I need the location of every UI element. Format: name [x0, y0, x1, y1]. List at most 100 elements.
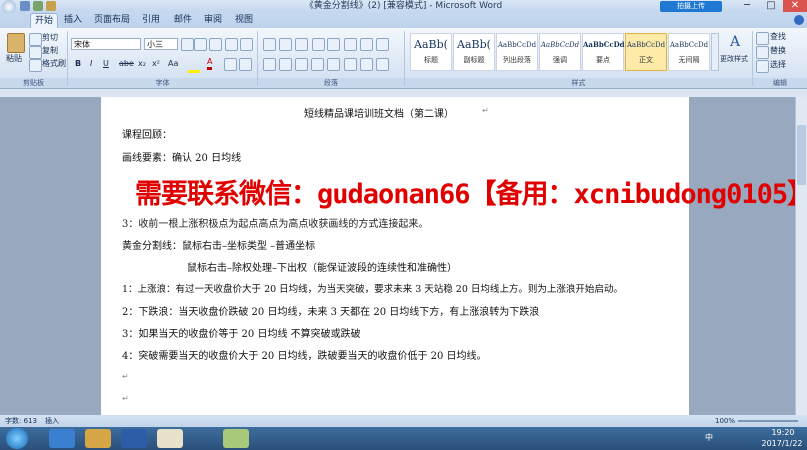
status-bar: [0, 415, 807, 427]
style-sample: AaBb(: [414, 38, 448, 51]
select-icon[interactable]: [756, 60, 769, 73]
doc-line: 3：如果当天的收盘价等于 20 日均线 不算突破或跌破: [122, 329, 361, 340]
align-right-icon[interactable]: [295, 58, 308, 71]
change-styles-icon[interactable]: A: [726, 33, 744, 51]
multilevel-list-icon[interactable]: [295, 38, 308, 51]
bold-button[interactable]: B: [75, 58, 81, 70]
subscript-button[interactable]: x₂: [138, 58, 146, 70]
style-emphasis[interactable]: AaBbCcDd 强调: [539, 33, 581, 71]
style-strong[interactable]: AaBbCcDd 要点: [582, 33, 625, 71]
style-normal[interactable]: AaBbCcDd 正文: [625, 33, 667, 71]
style-list-paragraph[interactable]: AaBbCcDd 列出段落: [496, 33, 538, 71]
enclosed-char-icon[interactable]: [239, 58, 252, 71]
close-button[interactable]: ✕: [783, 0, 807, 12]
style-subtitle[interactable]: AaBb( 副标题: [453, 33, 495, 71]
copy-button[interactable]: 复制: [42, 45, 58, 57]
highlight-icon[interactable]: [188, 60, 200, 73]
tab-view[interactable]: 视图: [231, 13, 257, 28]
explorer-icon[interactable]: [85, 429, 111, 448]
replace-icon[interactable]: [756, 46, 769, 59]
format-painter-icon[interactable]: [29, 59, 42, 72]
horizontal-ruler[interactable]: [0, 89, 807, 97]
tab-insert[interactable]: 插入: [60, 13, 86, 28]
chinese-layout-icon[interactable]: [344, 38, 357, 51]
find-icon[interactable]: [756, 32, 769, 45]
change-case-button[interactable]: Aa: [168, 58, 178, 70]
increase-indent-icon[interactable]: [327, 38, 340, 51]
find-button[interactable]: 查找: [770, 31, 786, 43]
cut-icon[interactable]: [29, 33, 42, 46]
clock-date[interactable]: 2017/1/22: [758, 439, 806, 448]
numbering-icon[interactable]: [279, 38, 292, 51]
minimize-button[interactable]: ─: [735, 0, 759, 12]
cut-button[interactable]: 剪切: [42, 32, 58, 44]
tab-mailings[interactable]: 邮件: [170, 13, 196, 28]
clock-time[interactable]: 19:20: [763, 428, 803, 437]
distribute-icon[interactable]: [327, 58, 340, 71]
copy-icon[interactable]: [29, 46, 42, 59]
share-button[interactable]: 拍摄上传: [660, 1, 722, 12]
tab-home[interactable]: 开始: [30, 13, 58, 29]
styles-group-label: 样式: [405, 78, 752, 88]
style-sample: AaBbCcDd: [497, 41, 537, 49]
styles-scroll-arrows[interactable]: [711, 33, 719, 71]
zoom-level[interactable]: 100%: [715, 415, 735, 427]
media-icon[interactable]: [157, 429, 183, 448]
clear-format-icon[interactable]: [209, 38, 222, 51]
contact-watermark: 需要联系微信：gudaonan66【备用：xcnibudong0105】: [135, 179, 807, 210]
style-sample: AaBbCcDd: [540, 41, 580, 49]
help-icon[interactable]: [794, 15, 804, 25]
italic-button[interactable]: I: [90, 58, 92, 70]
style-name: 副标题: [463, 56, 485, 64]
paste-icon[interactable]: [7, 33, 25, 53]
show-marks-icon[interactable]: [376, 38, 389, 51]
maximize-button[interactable]: □: [759, 0, 783, 12]
align-left-icon[interactable]: [263, 58, 276, 71]
shading-icon[interactable]: [360, 58, 373, 71]
style-no-spacing[interactable]: AaBbCcDd 无间隔: [668, 33, 710, 71]
replace-button[interactable]: 替换: [770, 45, 786, 57]
char-shading-icon[interactable]: [224, 58, 237, 71]
bullets-icon[interactable]: [263, 38, 276, 51]
grow-font-icon[interactable]: [181, 38, 194, 51]
line-spacing-icon[interactable]: [344, 58, 357, 71]
font-size-select[interactable]: 小三: [144, 38, 178, 50]
sort-icon[interactable]: [360, 38, 373, 51]
select-button[interactable]: 选择: [770, 59, 786, 71]
font-group-label: 字体: [68, 78, 257, 88]
word-count[interactable]: 字数: 613: [5, 415, 37, 427]
zoom-slider[interactable]: [738, 420, 798, 422]
border-char-icon[interactable]: [240, 38, 253, 51]
start-button[interactable]: [6, 428, 28, 449]
format-painter-button[interactable]: 格式刷: [42, 58, 66, 70]
doc-line: 1：上涨浪：有过一天收盘价大于 20 日均线，为当天突破，要求未来 3 天站稳 …: [122, 284, 623, 295]
paste-button[interactable]: 粘贴: [6, 53, 22, 65]
ime-indicator[interactable]: 中: [705, 432, 713, 443]
change-styles-button[interactable]: 更改样式: [720, 53, 748, 65]
borders-icon[interactable]: [376, 58, 389, 71]
paragraph-mark: ↵: [122, 372, 129, 381]
superscript-button[interactable]: x²: [152, 58, 160, 70]
paragraph-group-label: 段落: [258, 78, 404, 88]
tab-review[interactable]: 审阅: [200, 13, 226, 28]
strikethrough-button[interactable]: abe: [119, 58, 134, 70]
share-label: 拍摄上传: [677, 2, 705, 10]
style-name: 强调: [553, 56, 567, 64]
tab-references[interactable]: 引用: [138, 13, 164, 28]
ie-icon[interactable]: [49, 429, 75, 448]
shrink-font-icon[interactable]: [194, 38, 207, 51]
decrease-indent-icon[interactable]: [312, 38, 325, 51]
underline-button[interactable]: U: [103, 58, 109, 70]
tab-page-layout[interactable]: 页面布局: [92, 13, 132, 28]
note-icon[interactable]: [223, 429, 249, 448]
justify-icon[interactable]: [311, 58, 324, 71]
style-title[interactable]: AaBb( 标题: [410, 33, 452, 71]
scroll-thumb[interactable]: [797, 125, 806, 185]
word-taskbar-icon[interactable]: [121, 429, 147, 448]
phonetic-icon[interactable]: [225, 38, 238, 51]
align-center-icon[interactable]: [279, 58, 292, 71]
font-color-button[interactable]: A: [207, 57, 213, 70]
font-name-select[interactable]: 宋体: [71, 38, 141, 50]
insert-mode[interactable]: 插入: [45, 415, 59, 427]
document-page[interactable]: [101, 97, 689, 415]
